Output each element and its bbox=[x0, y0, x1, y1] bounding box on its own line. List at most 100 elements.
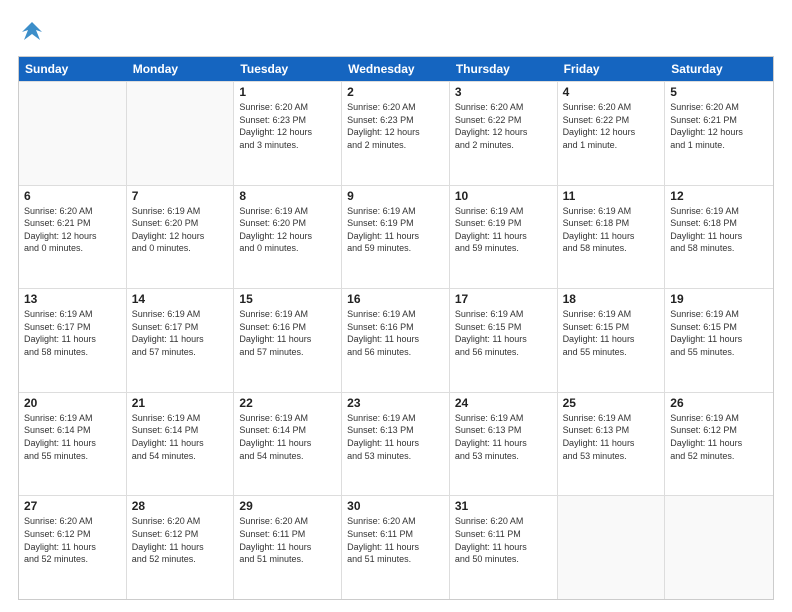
calendar-row: 6Sunrise: 6:20 AM Sunset: 6:21 PM Daylig… bbox=[19, 185, 773, 289]
day-number: 1 bbox=[239, 85, 336, 99]
calendar-cell: 9 Sunrise: 6:19 AM Sunset: 6:19 PM Daylig… bbox=[342, 186, 450, 289]
day-info: Sunrise: 6:19 AM Sunset: 6:12 PM Dayligh… bbox=[670, 412, 768, 462]
day-info: Sunrise: 6:19 AM Sunset: 6:19 PM Dayligh… bbox=[455, 205, 552, 255]
calendar-cell: 26 Sunrise: 6:19 AM Sunset: 6:12 PM Dayli… bbox=[665, 393, 773, 496]
day-number: 31 bbox=[455, 499, 552, 513]
day-info: Sunrise: 6:19 AM Sunset: 6:15 PM Dayligh… bbox=[563, 308, 660, 358]
calendar-cell: 4 Sunrise: 6:20 AM Sunset: 6:22 PM Daylig… bbox=[558, 82, 666, 185]
day-info: Sunrise: 6:19 AM Sunset: 6:20 PM Dayligh… bbox=[132, 205, 229, 255]
day-number: 27 bbox=[24, 499, 121, 513]
calendar: SundayMondayTuesdayWednesdayThursdayFrid… bbox=[18, 56, 774, 600]
logo-icon bbox=[18, 18, 46, 46]
day-number: 20 bbox=[24, 396, 121, 410]
day-info: Sunrise: 6:19 AM Sunset: 6:18 PM Dayligh… bbox=[670, 205, 768, 255]
day-number: 12 bbox=[670, 189, 768, 203]
calendar-cell: 28Sunrise: 6:20 AM Sunset: 6:12 PM Dayli… bbox=[127, 496, 235, 599]
day-number: 7 bbox=[132, 189, 229, 203]
day-info: Sunrise: 6:19 AM Sunset: 6:20 PM Dayligh… bbox=[239, 205, 336, 255]
day-number: 5 bbox=[670, 85, 768, 99]
weekday-header: Saturday bbox=[665, 57, 773, 81]
calendar-row: 1 Sunrise: 6:20 AM Sunset: 6:23 PM Daylig… bbox=[19, 81, 773, 185]
calendar-header: SundayMondayTuesdayWednesdayThursdayFrid… bbox=[19, 57, 773, 81]
day-info: Sunrise: 6:20 AM Sunset: 6:23 PM Dayligh… bbox=[347, 101, 444, 151]
day-info: Sunrise: 6:19 AM Sunset: 6:14 PM Dayligh… bbox=[24, 412, 121, 462]
day-info: Sunrise: 6:20 AM Sunset: 6:11 PM Dayligh… bbox=[455, 515, 552, 565]
day-number: 23 bbox=[347, 396, 444, 410]
day-number: 21 bbox=[132, 396, 229, 410]
calendar-row: 13 Sunrise: 6:19 AM Sunset: 6:17 PM Dayli… bbox=[19, 288, 773, 392]
day-number: 14 bbox=[132, 292, 229, 306]
calendar-cell bbox=[558, 496, 666, 599]
day-number: 30 bbox=[347, 499, 444, 513]
calendar-cell: 13 Sunrise: 6:19 AM Sunset: 6:17 PM Dayli… bbox=[19, 289, 127, 392]
weekday-header: Monday bbox=[127, 57, 235, 81]
day-info: Sunrise: 6:19 AM Sunset: 6:17 PM Dayligh… bbox=[24, 308, 121, 358]
day-number: 10 bbox=[455, 189, 552, 203]
weekday-header: Friday bbox=[558, 57, 666, 81]
day-number: 25 bbox=[563, 396, 660, 410]
calendar-cell: 19 Sunrise: 6:19 AM Sunset: 6:15 PM Dayli… bbox=[665, 289, 773, 392]
day-info: Sunrise: 6:19 AM Sunset: 6:15 PM Dayligh… bbox=[455, 308, 552, 358]
calendar-body: 1 Sunrise: 6:20 AM Sunset: 6:23 PM Daylig… bbox=[19, 81, 773, 599]
calendar-cell: 12 Sunrise: 6:19 AM Sunset: 6:18 PM Dayli… bbox=[665, 186, 773, 289]
day-info: Sunrise: 6:19 AM Sunset: 6:13 PM Dayligh… bbox=[563, 412, 660, 462]
calendar-cell: 25 Sunrise: 6:19 AM Sunset: 6:13 PM Dayli… bbox=[558, 393, 666, 496]
calendar-cell: 3 Sunrise: 6:20 AM Sunset: 6:22 PM Daylig… bbox=[450, 82, 558, 185]
day-number: 19 bbox=[670, 292, 768, 306]
day-info: Sunrise: 6:19 AM Sunset: 6:13 PM Dayligh… bbox=[347, 412, 444, 462]
calendar-cell bbox=[127, 82, 235, 185]
calendar-cell: 8 Sunrise: 6:19 AM Sunset: 6:20 PM Daylig… bbox=[234, 186, 342, 289]
page-header bbox=[18, 18, 774, 46]
day-number: 22 bbox=[239, 396, 336, 410]
calendar-row: 27 Sunrise: 6:20 AM Sunset: 6:12 PM Dayli… bbox=[19, 495, 773, 599]
calendar-cell: 29 Sunrise: 6:20 AM Sunset: 6:11 PM Dayli… bbox=[234, 496, 342, 599]
day-info: Sunrise: 6:19 AM Sunset: 6:15 PM Dayligh… bbox=[670, 308, 768, 358]
calendar-cell bbox=[665, 496, 773, 599]
day-number: 11 bbox=[563, 189, 660, 203]
day-info: Sunrise: 6:20 AM Sunset: 6:21 PM Dayligh… bbox=[24, 205, 121, 255]
calendar-cell: 24Sunrise: 6:19 AM Sunset: 6:13 PM Dayli… bbox=[450, 393, 558, 496]
day-info: Sunrise: 6:19 AM Sunset: 6:13 PM Dayligh… bbox=[455, 412, 552, 462]
calendar-cell: 17Sunrise: 6:19 AM Sunset: 6:15 PM Dayli… bbox=[450, 289, 558, 392]
day-info: Sunrise: 6:19 AM Sunset: 6:18 PM Dayligh… bbox=[563, 205, 660, 255]
day-number: 18 bbox=[563, 292, 660, 306]
calendar-cell: 31 Sunrise: 6:20 AM Sunset: 6:11 PM Dayli… bbox=[450, 496, 558, 599]
calendar-cell bbox=[19, 82, 127, 185]
day-number: 16 bbox=[347, 292, 444, 306]
day-info: Sunrise: 6:20 AM Sunset: 6:11 PM Dayligh… bbox=[239, 515, 336, 565]
day-info: Sunrise: 6:20 AM Sunset: 6:22 PM Dayligh… bbox=[563, 101, 660, 151]
calendar-cell: 5Sunrise: 6:20 AM Sunset: 6:21 PM Daylig… bbox=[665, 82, 773, 185]
day-number: 2 bbox=[347, 85, 444, 99]
calendar-cell: 22Sunrise: 6:19 AM Sunset: 6:14 PM Dayli… bbox=[234, 393, 342, 496]
day-number: 9 bbox=[347, 189, 444, 203]
weekday-header: Wednesday bbox=[342, 57, 450, 81]
calendar-cell: 18 Sunrise: 6:19 AM Sunset: 6:15 PM Dayli… bbox=[558, 289, 666, 392]
calendar-cell: 14Sunrise: 6:19 AM Sunset: 6:17 PM Dayli… bbox=[127, 289, 235, 392]
calendar-cell: 27 Sunrise: 6:20 AM Sunset: 6:12 PM Dayli… bbox=[19, 496, 127, 599]
day-number: 26 bbox=[670, 396, 768, 410]
weekday-header: Tuesday bbox=[234, 57, 342, 81]
day-number: 28 bbox=[132, 499, 229, 513]
day-info: Sunrise: 6:20 AM Sunset: 6:22 PM Dayligh… bbox=[455, 101, 552, 151]
calendar-cell: 30 Sunrise: 6:20 AM Sunset: 6:11 PM Dayli… bbox=[342, 496, 450, 599]
day-info: Sunrise: 6:20 AM Sunset: 6:12 PM Dayligh… bbox=[24, 515, 121, 565]
calendar-cell: 20 Sunrise: 6:19 AM Sunset: 6:14 PM Dayli… bbox=[19, 393, 127, 496]
calendar-row: 20 Sunrise: 6:19 AM Sunset: 6:14 PM Dayli… bbox=[19, 392, 773, 496]
day-info: Sunrise: 6:19 AM Sunset: 6:19 PM Dayligh… bbox=[347, 205, 444, 255]
calendar-cell: 16Sunrise: 6:19 AM Sunset: 6:16 PM Dayli… bbox=[342, 289, 450, 392]
day-number: 4 bbox=[563, 85, 660, 99]
calendar-cell: 6Sunrise: 6:20 AM Sunset: 6:21 PM Daylig… bbox=[19, 186, 127, 289]
calendar-cell: 7 Sunrise: 6:19 AM Sunset: 6:20 PM Daylig… bbox=[127, 186, 235, 289]
day-number: 8 bbox=[239, 189, 336, 203]
calendar-cell: 11 Sunrise: 6:19 AM Sunset: 6:18 PM Dayli… bbox=[558, 186, 666, 289]
day-number: 29 bbox=[239, 499, 336, 513]
day-number: 13 bbox=[24, 292, 121, 306]
day-info: Sunrise: 6:19 AM Sunset: 6:16 PM Dayligh… bbox=[239, 308, 336, 358]
day-info: Sunrise: 6:19 AM Sunset: 6:14 PM Dayligh… bbox=[132, 412, 229, 462]
day-info: Sunrise: 6:20 AM Sunset: 6:11 PM Dayligh… bbox=[347, 515, 444, 565]
calendar-cell: 10 Sunrise: 6:19 AM Sunset: 6:19 PM Dayli… bbox=[450, 186, 558, 289]
logo bbox=[18, 18, 50, 46]
calendar-cell: 2 Sunrise: 6:20 AM Sunset: 6:23 PM Daylig… bbox=[342, 82, 450, 185]
calendar-cell: 1Sunrise: 6:20 AM Sunset: 6:23 PM Daylig… bbox=[234, 82, 342, 185]
day-number: 3 bbox=[455, 85, 552, 99]
